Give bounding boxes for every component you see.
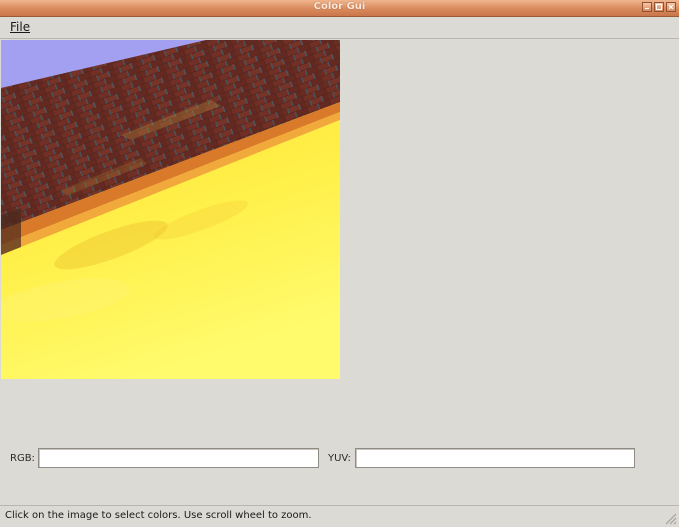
resize-grip-icon[interactable] (663, 511, 677, 525)
menu-file-label: File (10, 20, 31, 34)
rgb-field[interactable] (38, 448, 319, 468)
camera-image (1, 40, 340, 379)
maximize-button[interactable] (654, 2, 664, 12)
status-bar: Click on the image to select colors. Use… (0, 505, 679, 527)
menu-file[interactable]: File (9, 20, 31, 34)
close-button[interactable] (666, 2, 676, 12)
window-title: Color Gui (313, 1, 366, 12)
menu-bar: File (0, 17, 679, 39)
status-text: Click on the image to select colors. Use… (5, 510, 312, 521)
close-icon (668, 4, 674, 10)
camera-image-view[interactable] (1, 40, 340, 379)
minimize-button[interactable] (642, 2, 652, 12)
maximize-icon (656, 4, 662, 10)
yuv-field[interactable] (355, 448, 635, 468)
minimize-icon (645, 8, 649, 9)
rgb-label: RGB: (10, 453, 35, 464)
title-bar[interactable]: Color Gui (0, 0, 679, 17)
yuv-label: YUV: (328, 453, 351, 464)
